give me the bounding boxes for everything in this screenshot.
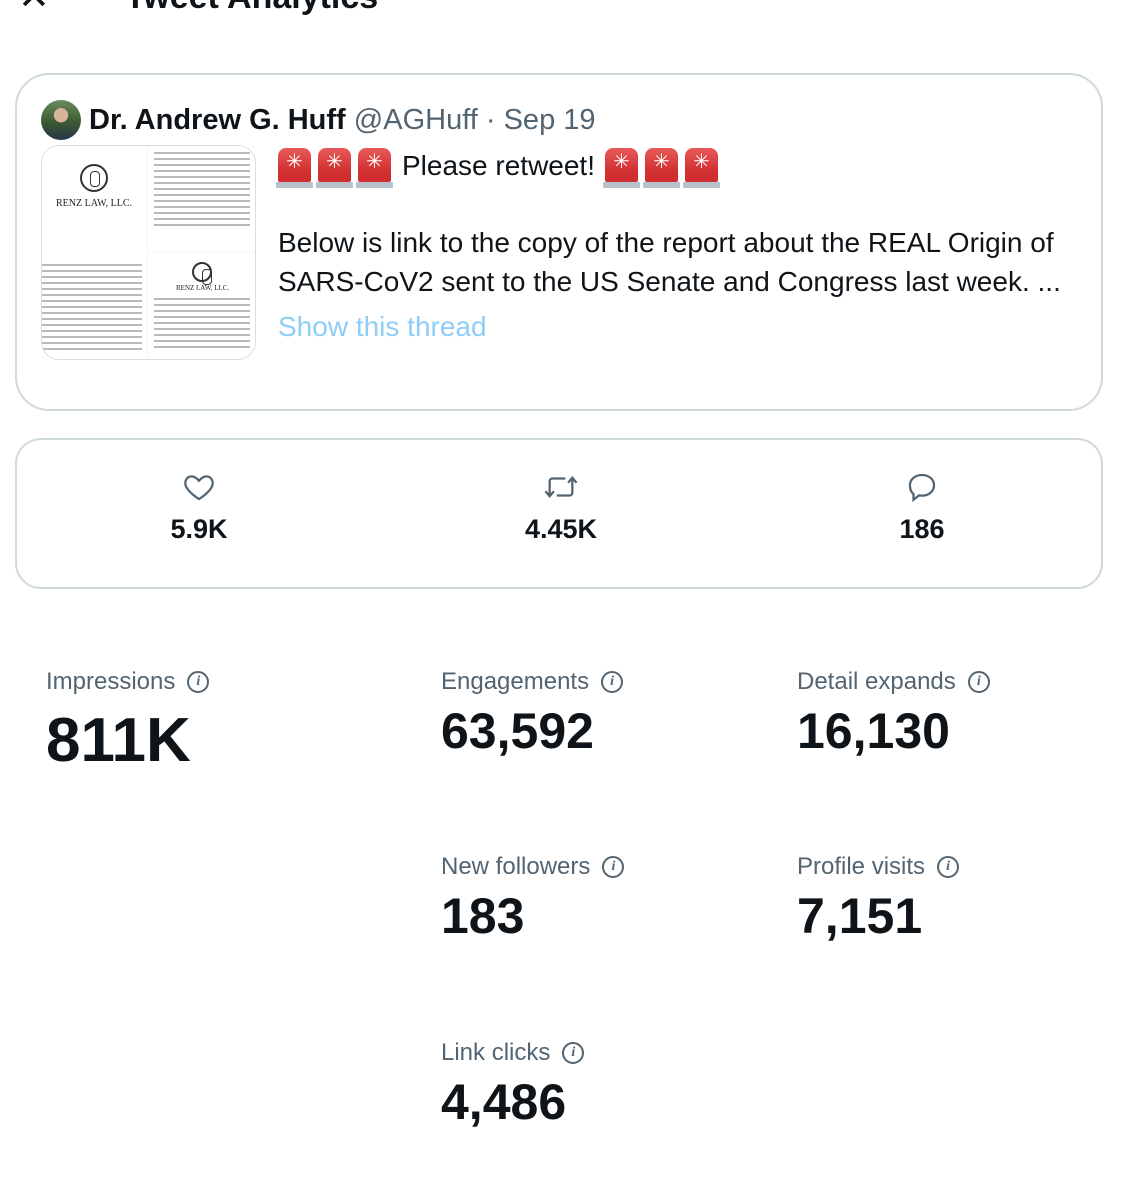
stat-label: Link clicks (441, 1039, 551, 1066)
firm-name: RENZ LAW, LLC. (56, 198, 133, 209)
siren-icon (316, 148, 353, 188)
page-title: Tweet Analytics (125, 0, 378, 14)
stat-label: Profile visits (797, 853, 926, 880)
replies-count: 186 (899, 514, 945, 544)
stat-detail-expands: Detail expands i 16,130 (797, 668, 990, 756)
document-page: RENZ LAW, LLC. (148, 254, 255, 359)
avatar[interactable] (41, 100, 81, 140)
stat-profile-visits: Profile visits i 7,151 (797, 853, 960, 944)
info-icon[interactable]: i (562, 1042, 585, 1064)
tweet-text: Please retweet! Below is link to the cop… (276, 145, 1088, 346)
tweet-header: Dr. Andrew G. Huff @AGHuff · Sep 19 (89, 100, 596, 140)
author-handle[interactable]: @AGHuff (354, 104, 478, 136)
siren-icon (356, 148, 393, 188)
law-firm-seal-icon (80, 164, 108, 192)
likes-metric[interactable]: 5.9K (99, 470, 299, 545)
retweets-count: 4.45K (524, 514, 598, 544)
heart-icon (184, 475, 214, 501)
tweet-card[interactable]: Dr. Andrew G. Huff @AGHuff · Sep 19 RENZ… (15, 73, 1103, 411)
stat-value: 183 (441, 888, 525, 944)
likes-count: 5.9K (170, 514, 228, 544)
stat-value: 4,486 (441, 1074, 567, 1130)
document-text-lines (42, 264, 142, 354)
document-text-lines (154, 152, 250, 230)
stat-value: 63,592 (441, 703, 594, 759)
tweet-lead-text: Please retweet! (402, 149, 595, 181)
separator-dot: · (485, 104, 496, 136)
siren-icon (683, 148, 720, 188)
engagement-metrics-card: 5.9K 4.45K 186 (15, 438, 1103, 589)
law-firm-seal-icon (192, 262, 212, 285)
stat-impressions: Impressions i 811K (46, 668, 210, 775)
info-icon[interactable]: i (602, 856, 625, 878)
stat-label: Detail expands (797, 668, 956, 695)
info-icon[interactable]: i (967, 671, 990, 693)
retweet-icon (544, 476, 578, 498)
reply-icon (908, 473, 936, 503)
tweet-lead-line: Please retweet! (276, 145, 1088, 188)
stat-value: 16,130 (797, 703, 950, 759)
info-icon[interactable]: i (601, 671, 624, 693)
info-icon[interactable]: i (937, 856, 960, 878)
stat-label: New followers (441, 853, 591, 880)
document-page: RENZ LAW, LLC. (42, 146, 146, 359)
stat-link-clicks: Link clicks i 4,486 (441, 1039, 585, 1130)
firm-name-small: RENZ LAW, LLC. (176, 284, 230, 292)
replies-metric[interactable]: 186 (822, 470, 1022, 545)
siren-icon (643, 148, 680, 188)
tweet-body: Below is link to the copy of the report … (278, 227, 1061, 297)
stat-value: 811K (46, 706, 191, 775)
close-icon[interactable]: ✕ (18, 0, 50, 16)
stat-engagements: Engagements i 63,592 (441, 668, 624, 759)
stat-label: Engagements (441, 668, 590, 695)
siren-icon (276, 148, 313, 188)
document-page (148, 146, 255, 251)
top-bar: ✕ Tweet Analytics (0, 0, 1137, 18)
stat-value: 7,151 (797, 888, 923, 944)
stat-new-followers: New followers i 183 (441, 853, 625, 944)
author-name[interactable]: Dr. Andrew G. Huff (89, 104, 346, 136)
retweets-metric[interactable]: 4.45K (461, 470, 661, 545)
show-thread-link[interactable]: Show this thread (278, 307, 1088, 346)
siren-icon (603, 148, 640, 188)
stat-label: Impressions (46, 668, 176, 695)
document-text-lines (154, 298, 250, 352)
info-icon[interactable]: i (187, 671, 210, 693)
tweet-date[interactable]: Sep 19 (504, 104, 596, 136)
tweet-image-thumbnail[interactable]: RENZ LAW, LLC. RENZ LAW, LLC. (41, 145, 256, 360)
